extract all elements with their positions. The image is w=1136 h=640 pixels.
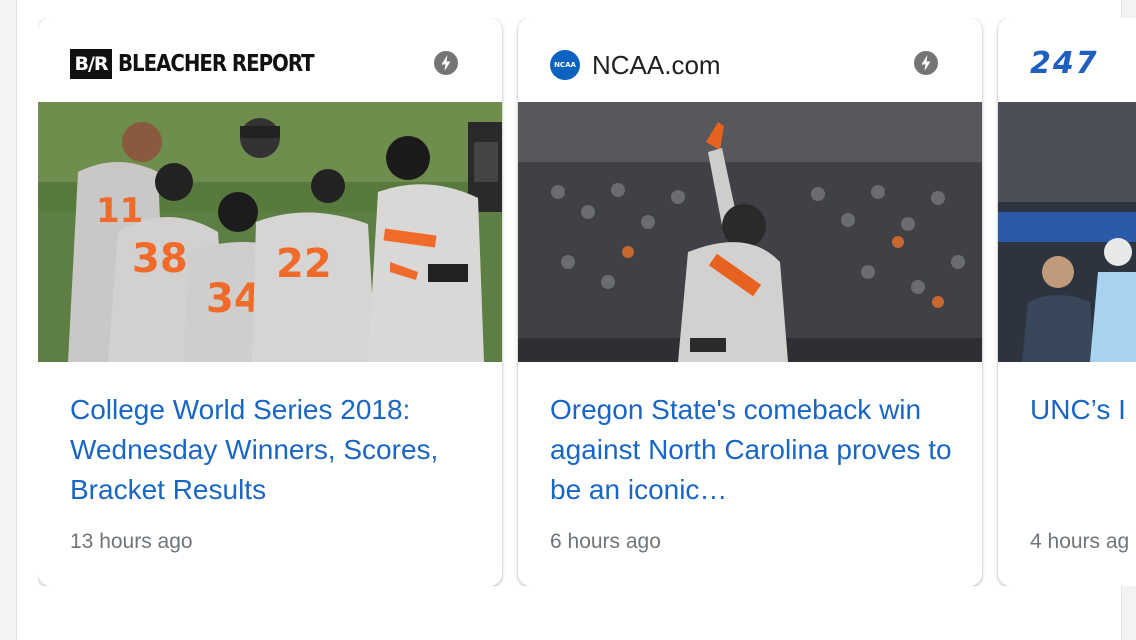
news-card[interactable]: NCAA NCAA.com Oregon State's comeback wi… <box>518 18 982 586</box>
ncaa-logo: NCAA NCAA.com <box>550 48 721 82</box>
page: B/R BLEACHER REPORT 11 38 34 22 College … <box>0 0 1136 640</box>
bleacher-report-logo: B/R BLEACHER REPORT <box>70 49 345 79</box>
card-header: B/R BLEACHER REPORT <box>38 18 502 102</box>
amp-lightning-icon <box>434 51 458 75</box>
card-header: 247 <box>998 18 1136 102</box>
jersey-number: 34 <box>206 276 262 322</box>
svg-text:22: 22 <box>276 241 332 287</box>
svg-text:38: 38 <box>132 236 188 282</box>
story-headline[interactable]: Oregon State's comeback win against Nort… <box>550 390 954 510</box>
story-timestamp: 6 hours ago <box>550 530 661 553</box>
news-card[interactable]: B/R BLEACHER REPORT 11 38 34 22 College … <box>38 18 502 586</box>
jersey-number: 38 <box>132 236 188 282</box>
story-thumbnail: 11 38 34 22 <box>38 102 502 362</box>
source-name: BLEACHER REPORT <box>118 51 315 77</box>
story-headline[interactable]: UNC’s I <box>1030 390 1136 430</box>
logo-247-text: 247 <box>1030 46 1099 81</box>
story-headline[interactable]: College World Series 2018: Wednesday Win… <box>70 390 474 510</box>
card-header: NCAA NCAA.com <box>518 18 982 102</box>
story-timestamp: 13 hours ago <box>70 530 193 553</box>
story-thumbnail <box>998 102 1136 362</box>
247sports-logo: 247 <box>1030 46 1099 81</box>
news-card[interactable]: 247 UNC’s I 4 hours ag <box>998 18 1136 586</box>
story-timestamp: 4 hours ag <box>1030 530 1130 553</box>
story-thumbnail <box>518 102 982 362</box>
ncaa-logo-mark: NCAA <box>550 50 580 80</box>
jersey-number: 22 <box>276 241 332 287</box>
amp-lightning-icon <box>914 51 938 75</box>
br-logo-mark: B/R <box>70 49 112 79</box>
source-name: NCAA.com <box>592 49 721 80</box>
svg-text:34: 34 <box>206 276 262 322</box>
top-stories-carousel[interactable]: B/R BLEACHER REPORT 11 38 34 22 College … <box>38 18 1136 586</box>
